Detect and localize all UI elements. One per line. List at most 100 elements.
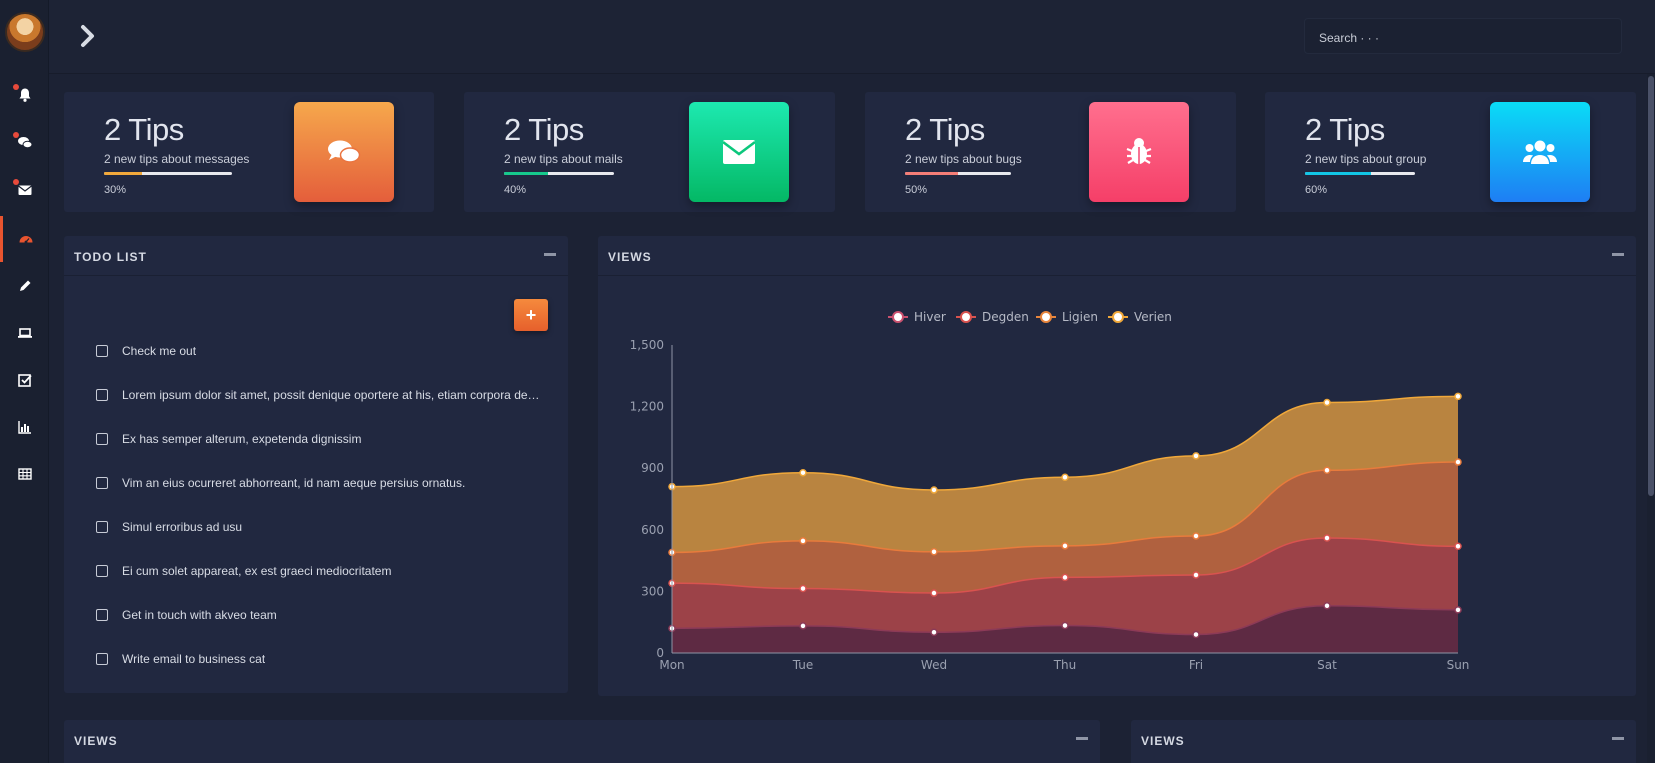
todo-item[interactable]: Check me out bbox=[96, 341, 196, 361]
data-point-ligien-thu bbox=[1061, 542, 1069, 550]
data-point-hiver-sun bbox=[1454, 606, 1462, 614]
minimize-button[interactable] bbox=[544, 253, 556, 256]
sidebar-item-tasks[interactable] bbox=[0, 357, 49, 403]
todo-panel-header: TODO LIST bbox=[64, 236, 568, 276]
avatar[interactable] bbox=[5, 12, 45, 52]
progress-percent: 40% bbox=[504, 184, 527, 196]
todo-checkbox[interactable] bbox=[96, 565, 108, 577]
pencil-icon bbox=[19, 280, 30, 291]
todo-text: Simul erroribus ad usu bbox=[122, 520, 243, 534]
sidebar-item-devices[interactable] bbox=[0, 310, 49, 356]
sidebar-item-messages[interactable] bbox=[0, 120, 49, 166]
scrollbar-thumb[interactable] bbox=[1648, 76, 1654, 496]
search-input[interactable]: Search · · · bbox=[1304, 18, 1622, 54]
views-panel-header: VIEWS bbox=[598, 236, 1636, 276]
legend-marker-hiver bbox=[892, 311, 904, 323]
stat-card-mails: 2 Tips 2 new tips about mails 40% bbox=[464, 92, 835, 212]
add-todo-button[interactable]: + bbox=[514, 299, 548, 331]
sidebar-item-notifications[interactable] bbox=[0, 72, 49, 118]
envelope-icon bbox=[723, 140, 755, 164]
todo-item[interactable]: Ei cum solet appareat, ex est graeci med… bbox=[96, 561, 391, 581]
data-point-hiver-wed bbox=[930, 628, 938, 637]
data-point-verien-tue bbox=[799, 468, 807, 477]
data-point-ligien-tue bbox=[799, 537, 807, 545]
y-tick-label: 300 bbox=[641, 584, 664, 598]
todo-checkbox[interactable] bbox=[96, 521, 108, 533]
panel-title: TODO LIST bbox=[74, 250, 147, 264]
card-subtitle: 2 new tips about mails bbox=[504, 152, 623, 166]
data-point-verien-thu bbox=[1061, 473, 1069, 481]
x-tick-label: Sun bbox=[1447, 658, 1470, 672]
data-point-hiver-sat bbox=[1323, 602, 1331, 610]
sidebar-item-dashboard[interactable] bbox=[0, 216, 49, 262]
todo-item[interactable]: Simul erroribus ad usu bbox=[96, 517, 242, 537]
data-point-ligien-fri bbox=[1192, 532, 1200, 540]
progress-fill bbox=[1305, 172, 1371, 175]
bugs-tile[interactable] bbox=[1089, 102, 1189, 202]
minimize-button[interactable] bbox=[1612, 253, 1624, 256]
minimize-button[interactable] bbox=[1612, 737, 1624, 740]
sidebar bbox=[0, 0, 49, 763]
data-point-verien-sat bbox=[1323, 398, 1331, 407]
progress-bar bbox=[504, 172, 614, 175]
todo-checkbox[interactable] bbox=[96, 433, 108, 445]
sidebar-item-editor[interactable] bbox=[0, 263, 49, 309]
progress-percent: 30% bbox=[104, 184, 127, 196]
panel-title: VIEWS bbox=[1141, 734, 1185, 748]
data-point-hiver-tue bbox=[799, 622, 807, 630]
chevron-right-icon[interactable] bbox=[79, 24, 97, 48]
card-title: 2 Tips bbox=[104, 112, 184, 147]
panel-header: VIEWS bbox=[64, 720, 1100, 760]
panel-title: VIEWS bbox=[608, 250, 652, 264]
legend-label-ligien: Ligien bbox=[1062, 310, 1098, 324]
bug-icon bbox=[1126, 138, 1152, 164]
todo-checkbox[interactable] bbox=[96, 389, 108, 401]
dashboard-icon bbox=[19, 236, 33, 244]
group-tile[interactable] bbox=[1490, 102, 1590, 202]
mails-tile[interactable] bbox=[689, 102, 789, 202]
stat-card-bugs: 2 Tips 2 new tips about bugs 50% bbox=[865, 92, 1236, 212]
todo-checkbox[interactable] bbox=[96, 477, 108, 489]
bottom-views-panel-right: VIEWS bbox=[1131, 720, 1636, 763]
sidebar-item-mail[interactable] bbox=[0, 167, 49, 213]
y-tick-label: 1,200 bbox=[630, 400, 664, 414]
card-title: 2 Tips bbox=[905, 112, 985, 147]
messages-tile[interactable] bbox=[294, 102, 394, 202]
bottom-views-panel-left: VIEWS bbox=[64, 720, 1100, 763]
legend-marker-verien bbox=[1112, 311, 1124, 323]
data-point-verien-wed bbox=[930, 486, 938, 494]
comments-icon bbox=[328, 140, 361, 163]
sidebar-item-tables[interactable] bbox=[0, 451, 49, 497]
y-tick-label: 900 bbox=[641, 461, 664, 475]
panel-title: VIEWS bbox=[74, 734, 118, 748]
bar-chart-icon bbox=[17, 421, 31, 434]
top-bar: Search · · · bbox=[49, 0, 1655, 74]
legend-label-hiver: Hiver bbox=[914, 310, 946, 324]
card-subtitle: 2 new tips about group bbox=[1305, 152, 1427, 166]
panel-header: VIEWS bbox=[1131, 720, 1636, 760]
progress-bar bbox=[905, 172, 1011, 175]
todo-item[interactable]: Lorem ipsum dolor sit amet, possit deniq… bbox=[96, 385, 542, 405]
todo-text: Ex has semper alterum, expetenda digniss… bbox=[122, 432, 362, 446]
mail-badge bbox=[13, 179, 19, 185]
todo-checkbox[interactable] bbox=[96, 609, 108, 621]
minimize-button[interactable] bbox=[1076, 737, 1088, 740]
todo-item[interactable]: Get in touch with akveo team bbox=[96, 605, 277, 625]
messages-badge bbox=[13, 132, 19, 138]
y-tick-label: 600 bbox=[641, 523, 664, 537]
data-point-degden-sun bbox=[1454, 542, 1462, 550]
progress-bar bbox=[104, 172, 232, 175]
todo-checkbox[interactable] bbox=[96, 345, 108, 357]
todo-item[interactable]: Ex has semper alterum, expetenda digniss… bbox=[96, 429, 361, 449]
data-point-verien-sun bbox=[1454, 392, 1462, 401]
checkbox-icon bbox=[17, 374, 32, 387]
todo-item[interactable]: Vim an eius ocurreret abhorreant, id nam… bbox=[96, 473, 465, 493]
data-point-hiver-fri bbox=[1192, 630, 1200, 639]
sidebar-item-charts[interactable] bbox=[0, 404, 49, 450]
todo-item[interactable]: Write email to business cat bbox=[96, 649, 265, 669]
data-point-degden-fri bbox=[1192, 571, 1200, 579]
todo-text: Ei cum solet appareat, ex est graeci med… bbox=[122, 564, 392, 578]
todo-checkbox[interactable] bbox=[96, 653, 108, 665]
todo-text: Lorem ipsum dolor sit amet, possit deniq… bbox=[122, 388, 542, 402]
data-point-degden-wed bbox=[930, 589, 938, 597]
